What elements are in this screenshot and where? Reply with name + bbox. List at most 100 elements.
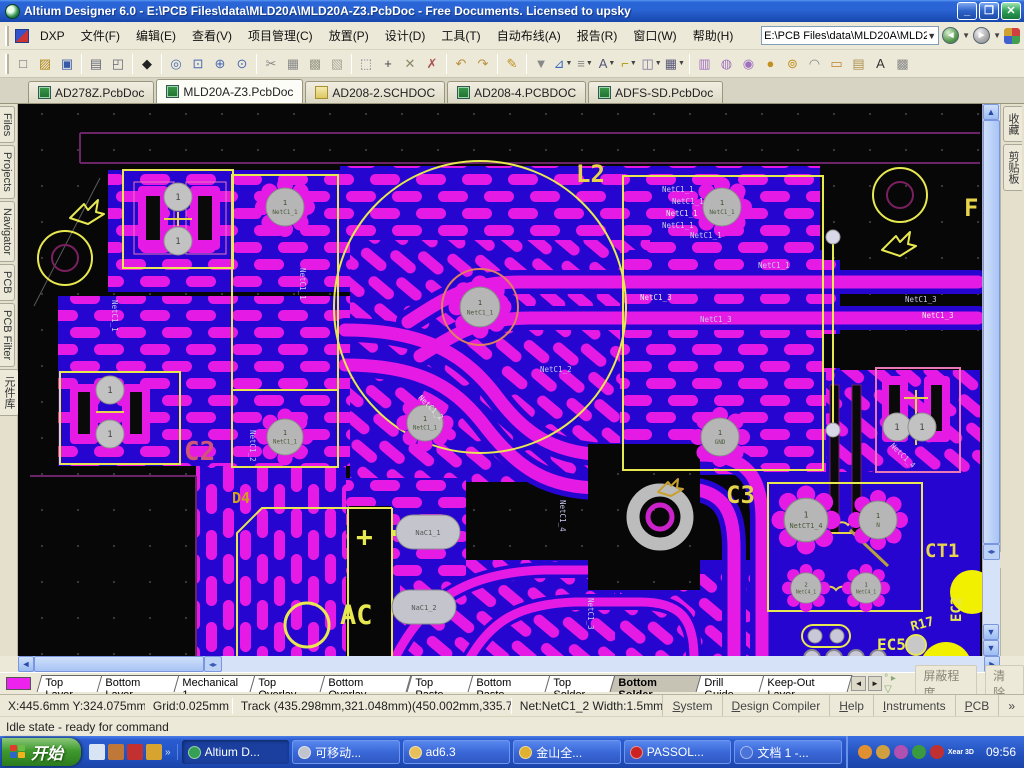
thermal-pad[interactable]: 1NetC1_1 [449, 276, 512, 339]
thermal-pad[interactable]: 1NetC1_1 [255, 177, 315, 237]
update-icon[interactable] [912, 745, 926, 759]
doc-tab-ad278z.pcbdoc[interactable]: AD278Z.PcbDoc [28, 81, 154, 103]
launcher3-icon[interactable] [127, 744, 143, 760]
panel-tab-pcb-filter[interactable]: PCB Filter [0, 303, 15, 367]
doc-tab-ad208-4.pcbdoc[interactable]: AD208-4.PCBDOC [447, 81, 586, 103]
layer-scroll-right-icon[interactable]: ► [868, 676, 882, 691]
panel-button-design-compiler[interactable]: Design Compiler [722, 695, 830, 716]
place-arc-icon[interactable]: ◠ [804, 53, 825, 74]
scroll-up-icon[interactable]: ▲ [983, 104, 999, 120]
menu-item-dxp[interactable]: DXP [32, 26, 73, 46]
menu-item-f[interactable]: 文件(F) [73, 24, 128, 47]
task-button-[interactable]: 金山全... [513, 740, 621, 764]
pin-pad[interactable]: 1 [908, 413, 936, 441]
layer-tab-bottom-overlay[interactable]: Bottom Overlay [320, 675, 412, 692]
menu-item-p[interactable]: 放置(P) [321, 24, 377, 47]
menu-item-e[interactable]: 编辑(E) [128, 24, 184, 47]
im-icon[interactable] [894, 745, 908, 759]
paste-icon[interactable]: ▩ [305, 53, 326, 74]
toolbar-grip[interactable] [5, 54, 9, 74]
horizontal-scroll-thumb[interactable] [34, 656, 204, 672]
dropdown-arrow-icon[interactable]: ▼ [655, 60, 662, 67]
open-icon[interactable]: ▨ [35, 53, 56, 74]
dropdown-arrow-icon[interactable]: ▼ [678, 60, 685, 67]
layer-tab-top-overlay[interactable]: Top Overlay [250, 675, 326, 692]
thermal-pad[interactable]: 2NetC4_1 [782, 564, 830, 612]
thermal-pad[interactable]: 1NetC1_1 [692, 177, 752, 237]
thermal-pad[interactable]: 1NetC1_1 [257, 409, 314, 466]
panel-button-system[interactable]: System [662, 695, 721, 716]
layer-tab-top-solder[interactable]: Top Solder [545, 675, 615, 692]
panels-overflow-button[interactable]: » [998, 695, 1024, 716]
vertical-splitter-grip[interactable]: ◂▸ [983, 544, 1000, 560]
layer-tab-bottom-paste[interactable]: Bottom Paste [467, 675, 550, 692]
place-pad-icon[interactable]: ◍ [716, 53, 737, 74]
vertical-scrollbar[interactable]: ▲ ◂▸ ▼ ▼ [982, 104, 1000, 656]
panel-tab-files[interactable]: Files [0, 106, 15, 143]
launcher2-icon[interactable] [108, 744, 124, 760]
rooms-icon[interactable]: ◫▼ [641, 53, 663, 74]
menu-item-c[interactable]: 项目管理(C) [240, 24, 321, 47]
zoom-in-icon[interactable]: ⊕ [210, 53, 231, 74]
scroll-down-icon[interactable]: ▼ [983, 640, 999, 656]
zoom-doc-icon[interactable]: ◎ [166, 53, 187, 74]
panel-button-instruments[interactable]: Instruments [873, 695, 955, 716]
panel-tab-收藏[interactable]: 收藏 [1003, 106, 1022, 142]
oval-pad[interactable]: NaC1_2 [392, 590, 456, 624]
dropdown-arrow-icon[interactable]: ▼ [608, 60, 615, 67]
vertical-scroll-thumb[interactable] [983, 120, 1000, 544]
doc-tab-adfs-sd.pcbdoc[interactable]: ADFS-SD.PcbDoc [588, 81, 723, 103]
measure-icon[interactable]: ⌐▼ [619, 53, 640, 74]
pencil-icon[interactable]: ✎ [502, 53, 523, 74]
menu-item-d[interactable]: 设计(D) [377, 24, 434, 47]
menu-item-w[interactable]: 窗口(W) [625, 24, 684, 47]
undo-icon[interactable]: ↶ [451, 53, 472, 74]
menu-item-t[interactable]: 工具(T) [433, 24, 488, 47]
combo-dropdown-icon[interactable]: ▼ [927, 31, 936, 41]
new-doc-icon[interactable]: □ [13, 53, 34, 74]
layer-tab-mechanical-1[interactable]: Mechanical 1 [174, 675, 256, 692]
minimize-button[interactable]: _ [957, 2, 977, 20]
layer-tab-bottom-layer[interactable]: Bottom Layer [97, 675, 179, 692]
panel-tab-navigator[interactable]: Navigator [0, 201, 15, 262]
filter-icon[interactable]: ▼ [531, 53, 552, 74]
layer-tab-top-layer[interactable]: Top Layer [36, 675, 102, 692]
toolbar-grip[interactable] [5, 26, 9, 46]
thermal-pad[interactable]: 1GND [690, 407, 750, 467]
layer-tab-bottom-solder[interactable]: Bottom Solder [609, 675, 701, 692]
place-pin-icon[interactable]: ⊚ [782, 53, 803, 74]
thermal-pad[interactable]: 1N [848, 490, 908, 550]
zoom-sel-icon[interactable]: ⊙ [232, 53, 253, 74]
active-layer-swatch[interactable] [6, 677, 31, 690]
home-pinwheel-icon[interactable] [1004, 28, 1020, 44]
move-icon[interactable]: + [378, 53, 399, 74]
task-button-1[interactable]: 文档 1 -... [734, 740, 842, 764]
place-fill-icon[interactable]: ▭ [826, 53, 847, 74]
close-button[interactable]: ✕ [1001, 2, 1021, 20]
volume-icon[interactable] [876, 745, 890, 759]
panel-tab--[interactable]: 元件库 [0, 369, 19, 416]
deselect-icon[interactable]: ✕ [400, 53, 421, 74]
panel-button-help[interactable]: Help [829, 695, 873, 716]
layer-filter-icons[interactable]: ° ▸ ▽ [884, 673, 905, 695]
oval-pad[interactable]: NaC1_1 [396, 515, 460, 549]
start-button[interactable]: 开始 [2, 738, 81, 766]
task-button-[interactable]: 可移动... [292, 740, 400, 764]
place-array-icon[interactable]: ▤ [848, 53, 869, 74]
zoom-area-icon[interactable]: ⊡ [188, 53, 209, 74]
paste-special-icon[interactable]: ▧ [327, 53, 348, 74]
panel-button-pcb[interactable]: PCB [955, 695, 999, 716]
panel-tab-剪贴板[interactable]: 剪贴板 [1003, 144, 1022, 191]
launcher4-icon[interactable] [146, 744, 162, 760]
pin-pad[interactable]: 1 [164, 183, 192, 211]
xear3d-icon[interactable]: Xear 3D [948, 749, 974, 756]
print-preview-icon[interactable]: ◰ [108, 53, 129, 74]
find-text-icon[interactable]: A▼ [597, 53, 618, 74]
line-mode-icon[interactable]: ⊿▼ [553, 53, 574, 74]
layer-tab-keep-out-layer[interactable]: Keep-Out Layer [759, 675, 853, 692]
select-area-icon[interactable]: ⬚ [356, 53, 377, 74]
menu-item-r[interactable]: 报告(R) [569, 24, 626, 47]
pin-pad[interactable]: 1 [96, 376, 124, 404]
layer-tab-drill-guide[interactable]: Drill Guide [695, 675, 764, 692]
dropdown-arrow-icon[interactable]: ▼ [630, 60, 637, 67]
